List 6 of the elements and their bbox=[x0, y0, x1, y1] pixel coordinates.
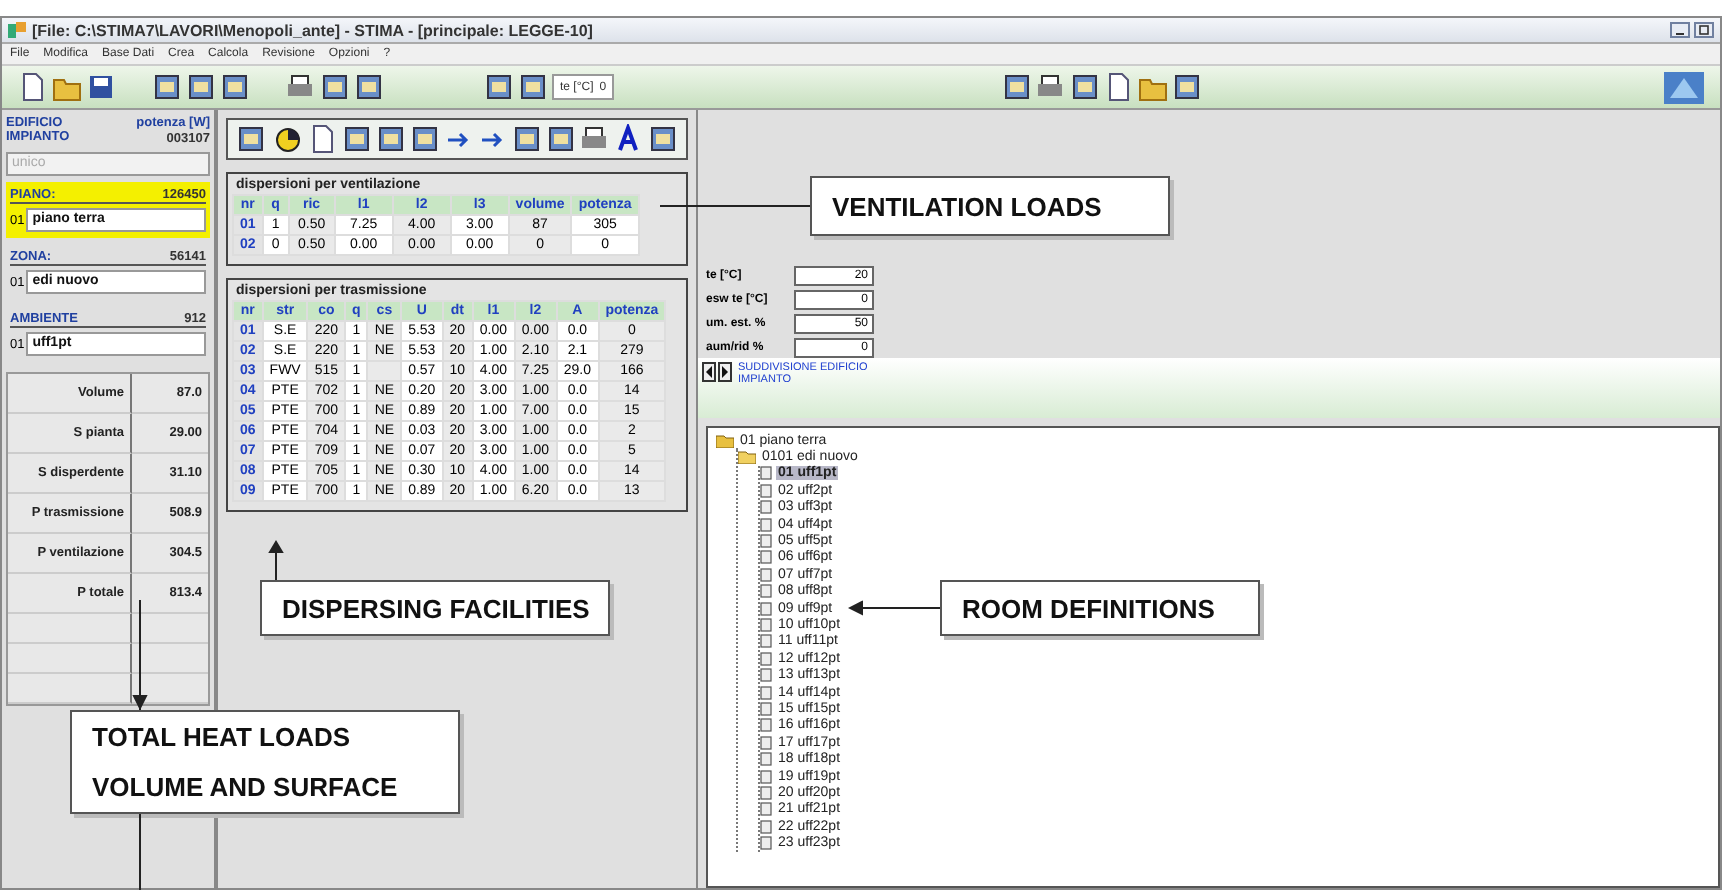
callout-text: VENTILATION LOADS bbox=[832, 191, 1104, 221]
window-title: [File: C:\STIMA7\LAVORI\Menopoli_ante] - STIMA - [principale: LEGGE-10] bbox=[32, 21, 593, 39]
callout-text: ROOM DEFINITIONS bbox=[962, 593, 1217, 623]
callout-text: TOTAL HEAT LOADS bbox=[92, 722, 353, 752]
callout-text: VOLUME AND SURFACE bbox=[92, 772, 400, 802]
callout-text: DISPERSING FACILITIES bbox=[282, 593, 588, 623]
